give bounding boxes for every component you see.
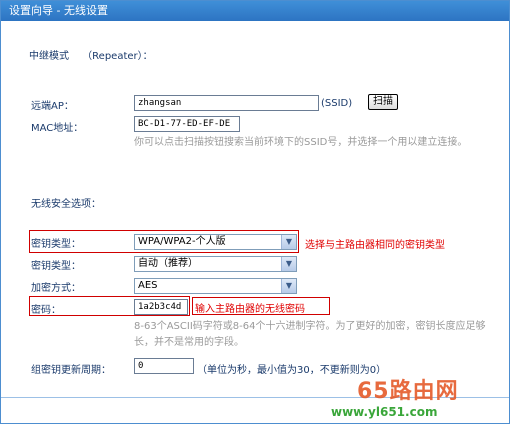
ssid-input[interactable]: zhangsan bbox=[134, 95, 319, 111]
key-type2-label: 密钥类型： bbox=[31, 261, 81, 272]
password-label: 密码： bbox=[31, 305, 61, 316]
chevron-down-icon[interactable]: ▼ bbox=[281, 235, 296, 249]
renew-label: 组密钥更新周期： bbox=[31, 365, 111, 376]
key-type-label: 密钥类型： bbox=[31, 239, 81, 250]
chevron-down-icon[interactable]: ▼ bbox=[281, 279, 296, 293]
mac-address-label: MAC地址： bbox=[31, 123, 84, 134]
encryption-label: 加密方式： bbox=[31, 283, 81, 294]
wizard-frame: 设置向导 - 无线设置 中继模式 （Repeater）： 远端AP： zhang… bbox=[0, 0, 510, 424]
key-type-select[interactable]: WPA/WPA2-个人版 ▼ bbox=[134, 234, 297, 250]
remote-ap-label: 远端AP： bbox=[31, 101, 74, 112]
key-type-note: 选择与主路由器相同的密钥类型 bbox=[305, 240, 445, 251]
watermark-url: www.yl651.com bbox=[331, 405, 438, 419]
security-heading: 无线安全选项： bbox=[31, 199, 101, 210]
scan-hint: 你可以点击扫描按钮搜索当前环境下的SSID号，并选择一个用以建立连接。 bbox=[134, 137, 468, 148]
repeater-heading: 中继模式 （Repeater）： bbox=[29, 51, 153, 62]
ssid-suffix: (SSID) bbox=[321, 98, 353, 109]
mac-address-input[interactable]: BC-D1-77-ED-EF-DE bbox=[134, 116, 240, 132]
password-input[interactable]: 1a2b3c4d bbox=[134, 299, 188, 315]
encryption-value: AES bbox=[138, 280, 158, 291]
chevron-down-icon[interactable]: ▼ bbox=[281, 257, 296, 271]
password-note: 输入主路由器的无线密码 bbox=[195, 304, 305, 315]
key-type-value: WPA/WPA2-个人版 bbox=[138, 236, 226, 247]
renew-period-input[interactable]: 0 bbox=[134, 358, 194, 374]
key-type2-value: 自动（推荐） bbox=[138, 258, 198, 269]
scan-button[interactable]: 扫描 bbox=[368, 94, 398, 110]
key-type2-select[interactable]: 自动（推荐） ▼ bbox=[134, 256, 297, 272]
window-title: 设置向导 - 无线设置 bbox=[1, 1, 509, 21]
password-hint: 8-63个ASCII码字符或8-64个十六进制字符。为了更好的加密，密钥长度应足… bbox=[134, 321, 486, 348]
encryption-select[interactable]: AES ▼ bbox=[134, 278, 297, 294]
watermark-brand: 65路由网 bbox=[357, 379, 459, 404]
